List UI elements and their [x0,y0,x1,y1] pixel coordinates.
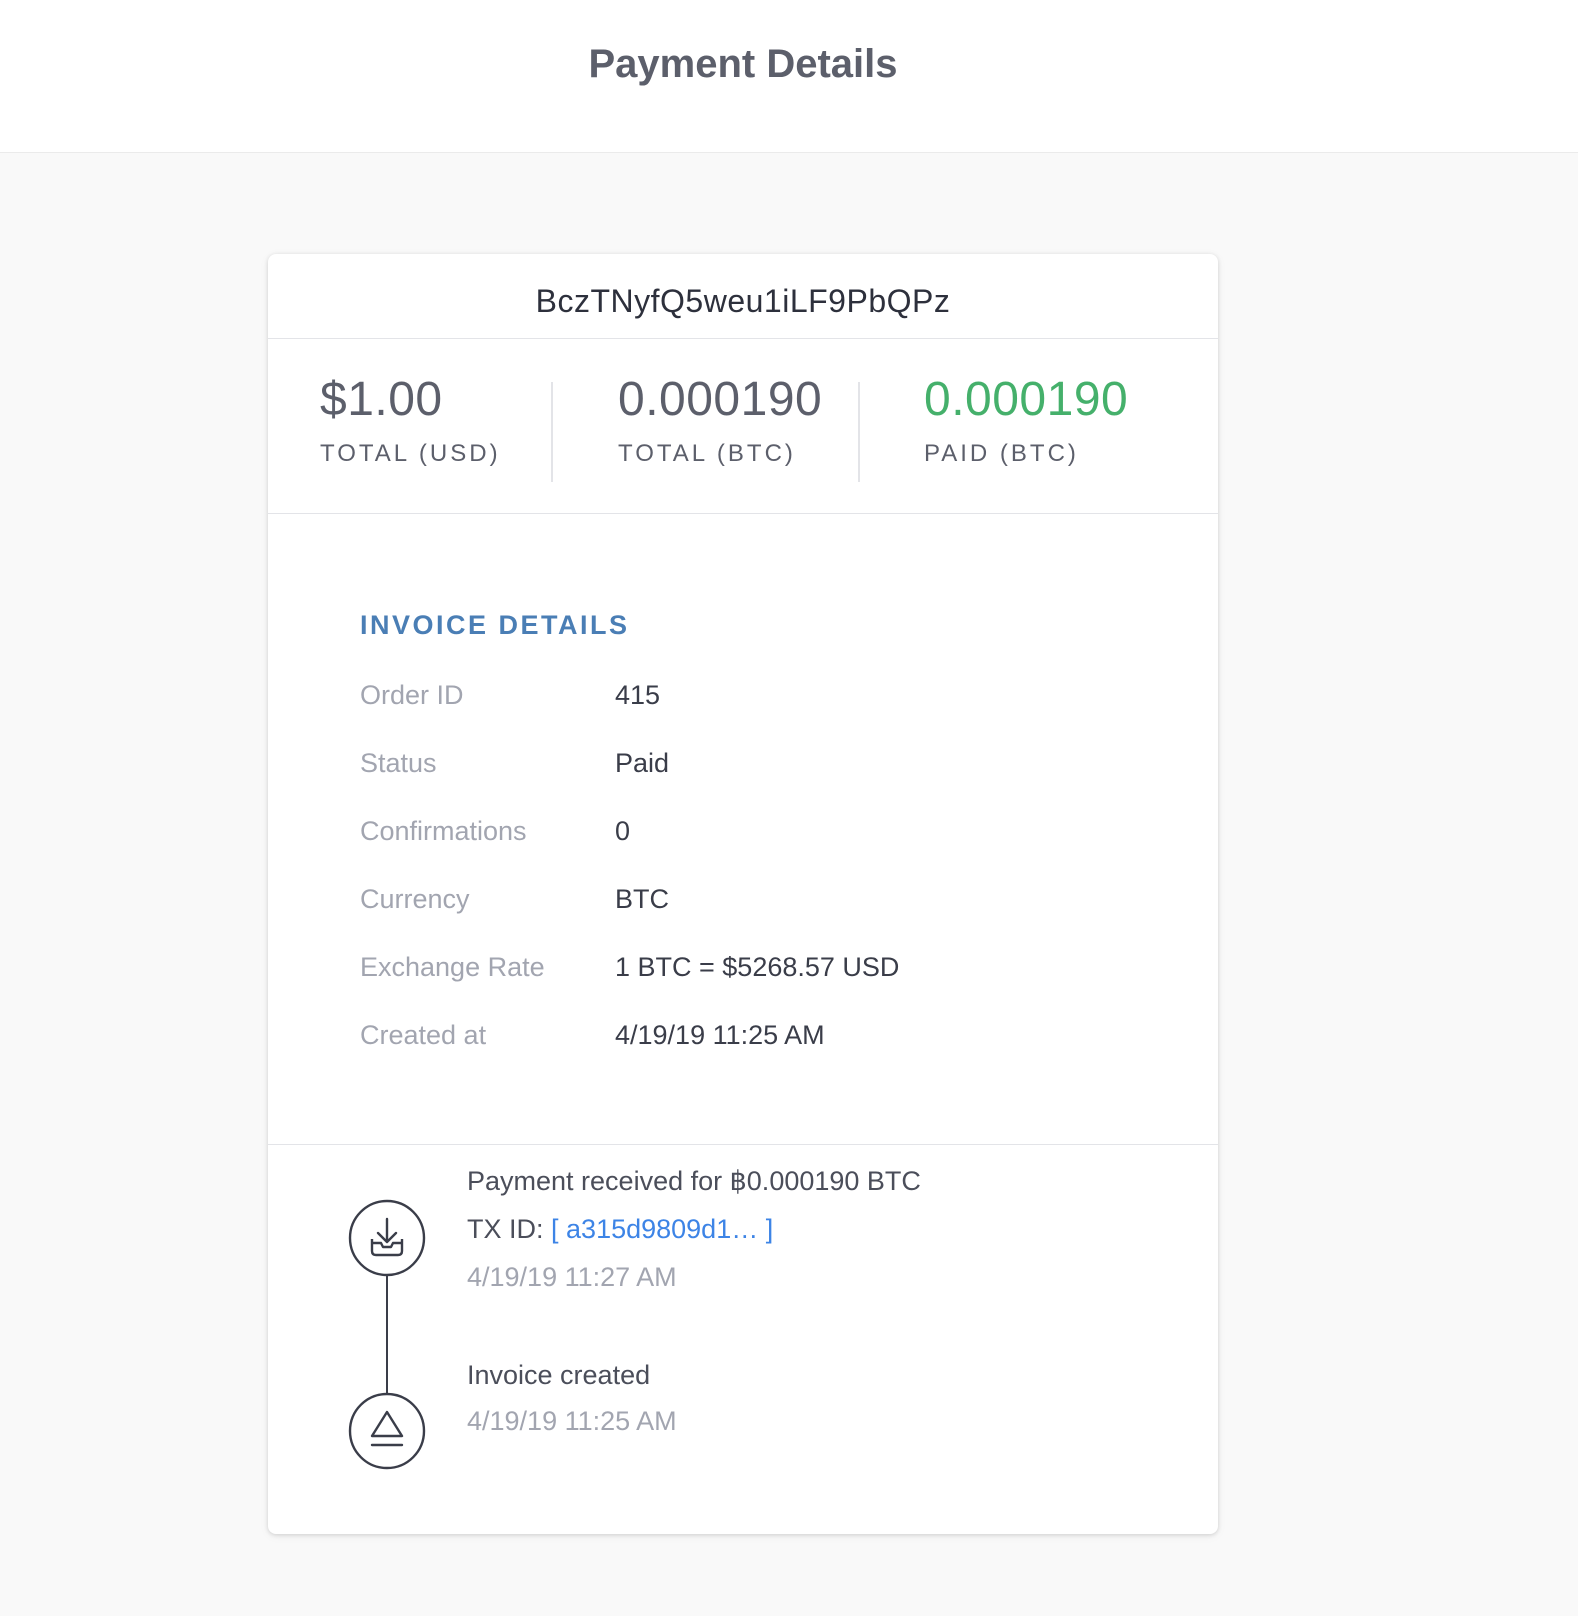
detail-row: Order ID 415 [360,680,1140,720]
txid-label: TX ID: [467,1214,544,1244]
timeline-created-time: 4/19/19 11:25 AM [467,1406,677,1436]
timeline-created-text: Invoice created [467,1360,651,1390]
totals-separator [551,382,553,482]
detail-value: 4/19/19 11:25 AM [615,1020,825,1050]
detail-row: Created at 4/19/19 11:25 AM [360,1020,1140,1060]
detail-label: Exchange Rate [360,952,545,982]
detail-row: Exchange Rate 1 BTC = $5268.57 USD [360,952,1140,992]
totals-separator [858,382,860,482]
divider [268,1144,1218,1145]
header-bar: Payment Details [0,0,1578,153]
detail-value: 1 BTC = $5268.57 USD [615,952,900,982]
detail-value: 0 [615,816,631,846]
total-usd-label: TOTAL (USD) [320,440,501,467]
txid-link[interactable]: [ a315d9809d1… ] [551,1214,773,1244]
download-tray-icon [348,1199,426,1277]
totals-row: $1.00 TOTAL (USD) 0.000190 TOTAL (BTC) 0… [268,340,1218,508]
timeline-txid: TX ID: [ a315d9809d1… ] [467,1214,773,1245]
detail-label: Order ID [360,680,464,710]
page-title: Payment Details [588,42,898,86]
timeline-payment-text: Payment received for ฿0.000190 BTC [467,1166,921,1196]
invoice-id: BczTNyfQ5weu1iLF9PbQPz [535,283,951,319]
divider [268,338,1218,339]
total-btc-label: TOTAL (BTC) [618,440,796,467]
detail-row: Currency BTC [360,884,1140,924]
timeline-payment-time: 4/19/19 11:27 AM [467,1262,677,1292]
detail-label: Currency [360,884,470,914]
total-btc-value: 0.000190 [618,373,823,426]
detail-label: Status [360,748,437,778]
eject-icon [348,1392,426,1470]
paid-btc-value: 0.000190 [924,373,1129,426]
paid-btc-label: PAID (BTC) [924,440,1079,467]
detail-row: Status Paid [360,748,1140,788]
detail-row: Confirmations 0 [360,816,1140,856]
divider [268,513,1218,514]
invoice-details-title: INVOICE DETAILS [360,610,630,640]
detail-value: Paid [615,748,670,778]
detail-label: Confirmations [360,816,527,846]
detail-value: BTC [615,884,669,914]
total-usd-value: $1.00 [320,373,443,426]
detail-value: 415 [615,680,661,710]
detail-label: Created at [360,1020,487,1050]
invoice-card: BczTNyfQ5weu1iLF9PbQPz $1.00 TOTAL (USD)… [268,254,1218,1534]
